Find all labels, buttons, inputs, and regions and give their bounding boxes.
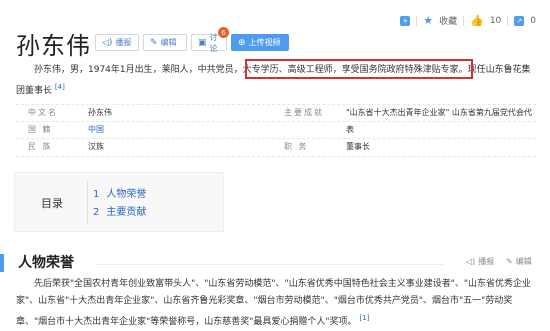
country-key: 国 籍 xyxy=(28,125,53,134)
collect-label[interactable]: 收藏 xyxy=(439,14,457,27)
section-edit-label: 编辑 xyxy=(515,257,532,266)
ethnic-key: 民 族 xyxy=(28,142,53,151)
star-icon[interactable]: ★ xyxy=(423,14,433,27)
section-edit-button[interactable]: ✎ 编辑 xyxy=(506,256,532,267)
toc-item-label: 主要贡献 xyxy=(106,207,147,218)
upload-video-button[interactable]: ⊕ 上传视频 xyxy=(231,34,289,51)
toc-label: 目录 xyxy=(41,197,63,210)
name-value: 孙东伟 xyxy=(88,108,112,117)
pencil-icon: ✎ xyxy=(506,257,513,266)
divider xyxy=(16,121,536,122)
plus-circle-icon: ⊕ xyxy=(238,37,246,48)
share-count: 0 xyxy=(530,15,536,26)
divider xyxy=(96,264,444,265)
section-marker xyxy=(0,254,4,272)
pencil-icon: ✎ xyxy=(150,37,158,48)
toc-item[interactable]: 2 主要贡献 xyxy=(93,203,146,218)
speaker-icon: ◁) xyxy=(102,37,113,48)
page-title: 孙东伟 xyxy=(16,32,91,60)
toc-item-number: 1 xyxy=(93,189,100,200)
toc-item[interactable]: 1 人物荣誉 xyxy=(93,185,146,200)
speaker-icon: ◁) xyxy=(466,257,476,266)
citation-link[interactable]: [4] xyxy=(55,83,65,91)
edit-button[interactable]: ✎ 编辑 xyxy=(143,34,187,51)
divider xyxy=(507,15,509,26)
upload-label: 上传视频 xyxy=(248,38,281,47)
like-count: 10 xyxy=(489,15,502,26)
divider xyxy=(416,15,418,26)
comment-icon: ▣ xyxy=(198,37,207,48)
section-play-label: 播报 xyxy=(478,257,495,266)
achievement-value-cont: 表 xyxy=(346,125,354,134)
job-key: 职 务 xyxy=(284,142,309,151)
section-title: 人物荣誉 xyxy=(18,255,74,271)
divider xyxy=(16,138,536,139)
section-body: 先后荣获"全国农村青年创业致富带头人"、"山东省劳动模范"、"山东省优秀中国特色… xyxy=(16,276,536,331)
section-header: 人物荣誉 ◁) 播报 ✎ 编辑 xyxy=(0,252,550,274)
job-value: 董事长 xyxy=(346,142,370,151)
edit-label: 编辑 xyxy=(160,38,177,47)
intro-text-a: 孙东伟，男，1974年1月出生，莱阳人，中共党员， xyxy=(34,65,243,75)
honors-text: 先后荣获"全国农村青年创业致富带头人"、"山东省劳动模范"、"山东省优秀中国特色… xyxy=(16,279,531,327)
add-icon[interactable]: + xyxy=(400,15,411,26)
top-action-bar: + ★ 收藏 👍 10 ↗ 0 xyxy=(400,14,536,27)
divider xyxy=(16,104,536,105)
citation-link[interactable]: [1] xyxy=(359,314,369,322)
country-link[interactable]: 中国 xyxy=(88,124,104,135)
thumbs-up-icon[interactable]: 👍 xyxy=(470,14,484,27)
toc-item-number: 2 xyxy=(93,207,100,218)
achievement-key: 主要成就 xyxy=(284,108,324,117)
toc-item-label: 人物荣誉 xyxy=(106,189,147,200)
name-key: 中文名 xyxy=(28,108,58,117)
play-label: 播报 xyxy=(115,38,132,47)
section-play-button[interactable]: ◁) 播报 xyxy=(466,256,494,267)
achievement-value: "山东省十大杰出青年企业家" 山东省第九届党代会代 xyxy=(346,108,532,117)
play-button[interactable]: ◁) 播报 xyxy=(95,34,139,51)
share-icon[interactable]: ↗ xyxy=(514,15,525,26)
ethnic-value: 汉族 xyxy=(88,142,104,151)
divider xyxy=(463,15,465,26)
divider xyxy=(16,156,536,157)
discuss-count-badge: 6 xyxy=(218,27,229,38)
divider xyxy=(87,181,88,225)
highlight-box xyxy=(245,59,473,79)
table-of-contents: 目录 1 人物荣誉 2 主要贡献 xyxy=(14,172,224,232)
